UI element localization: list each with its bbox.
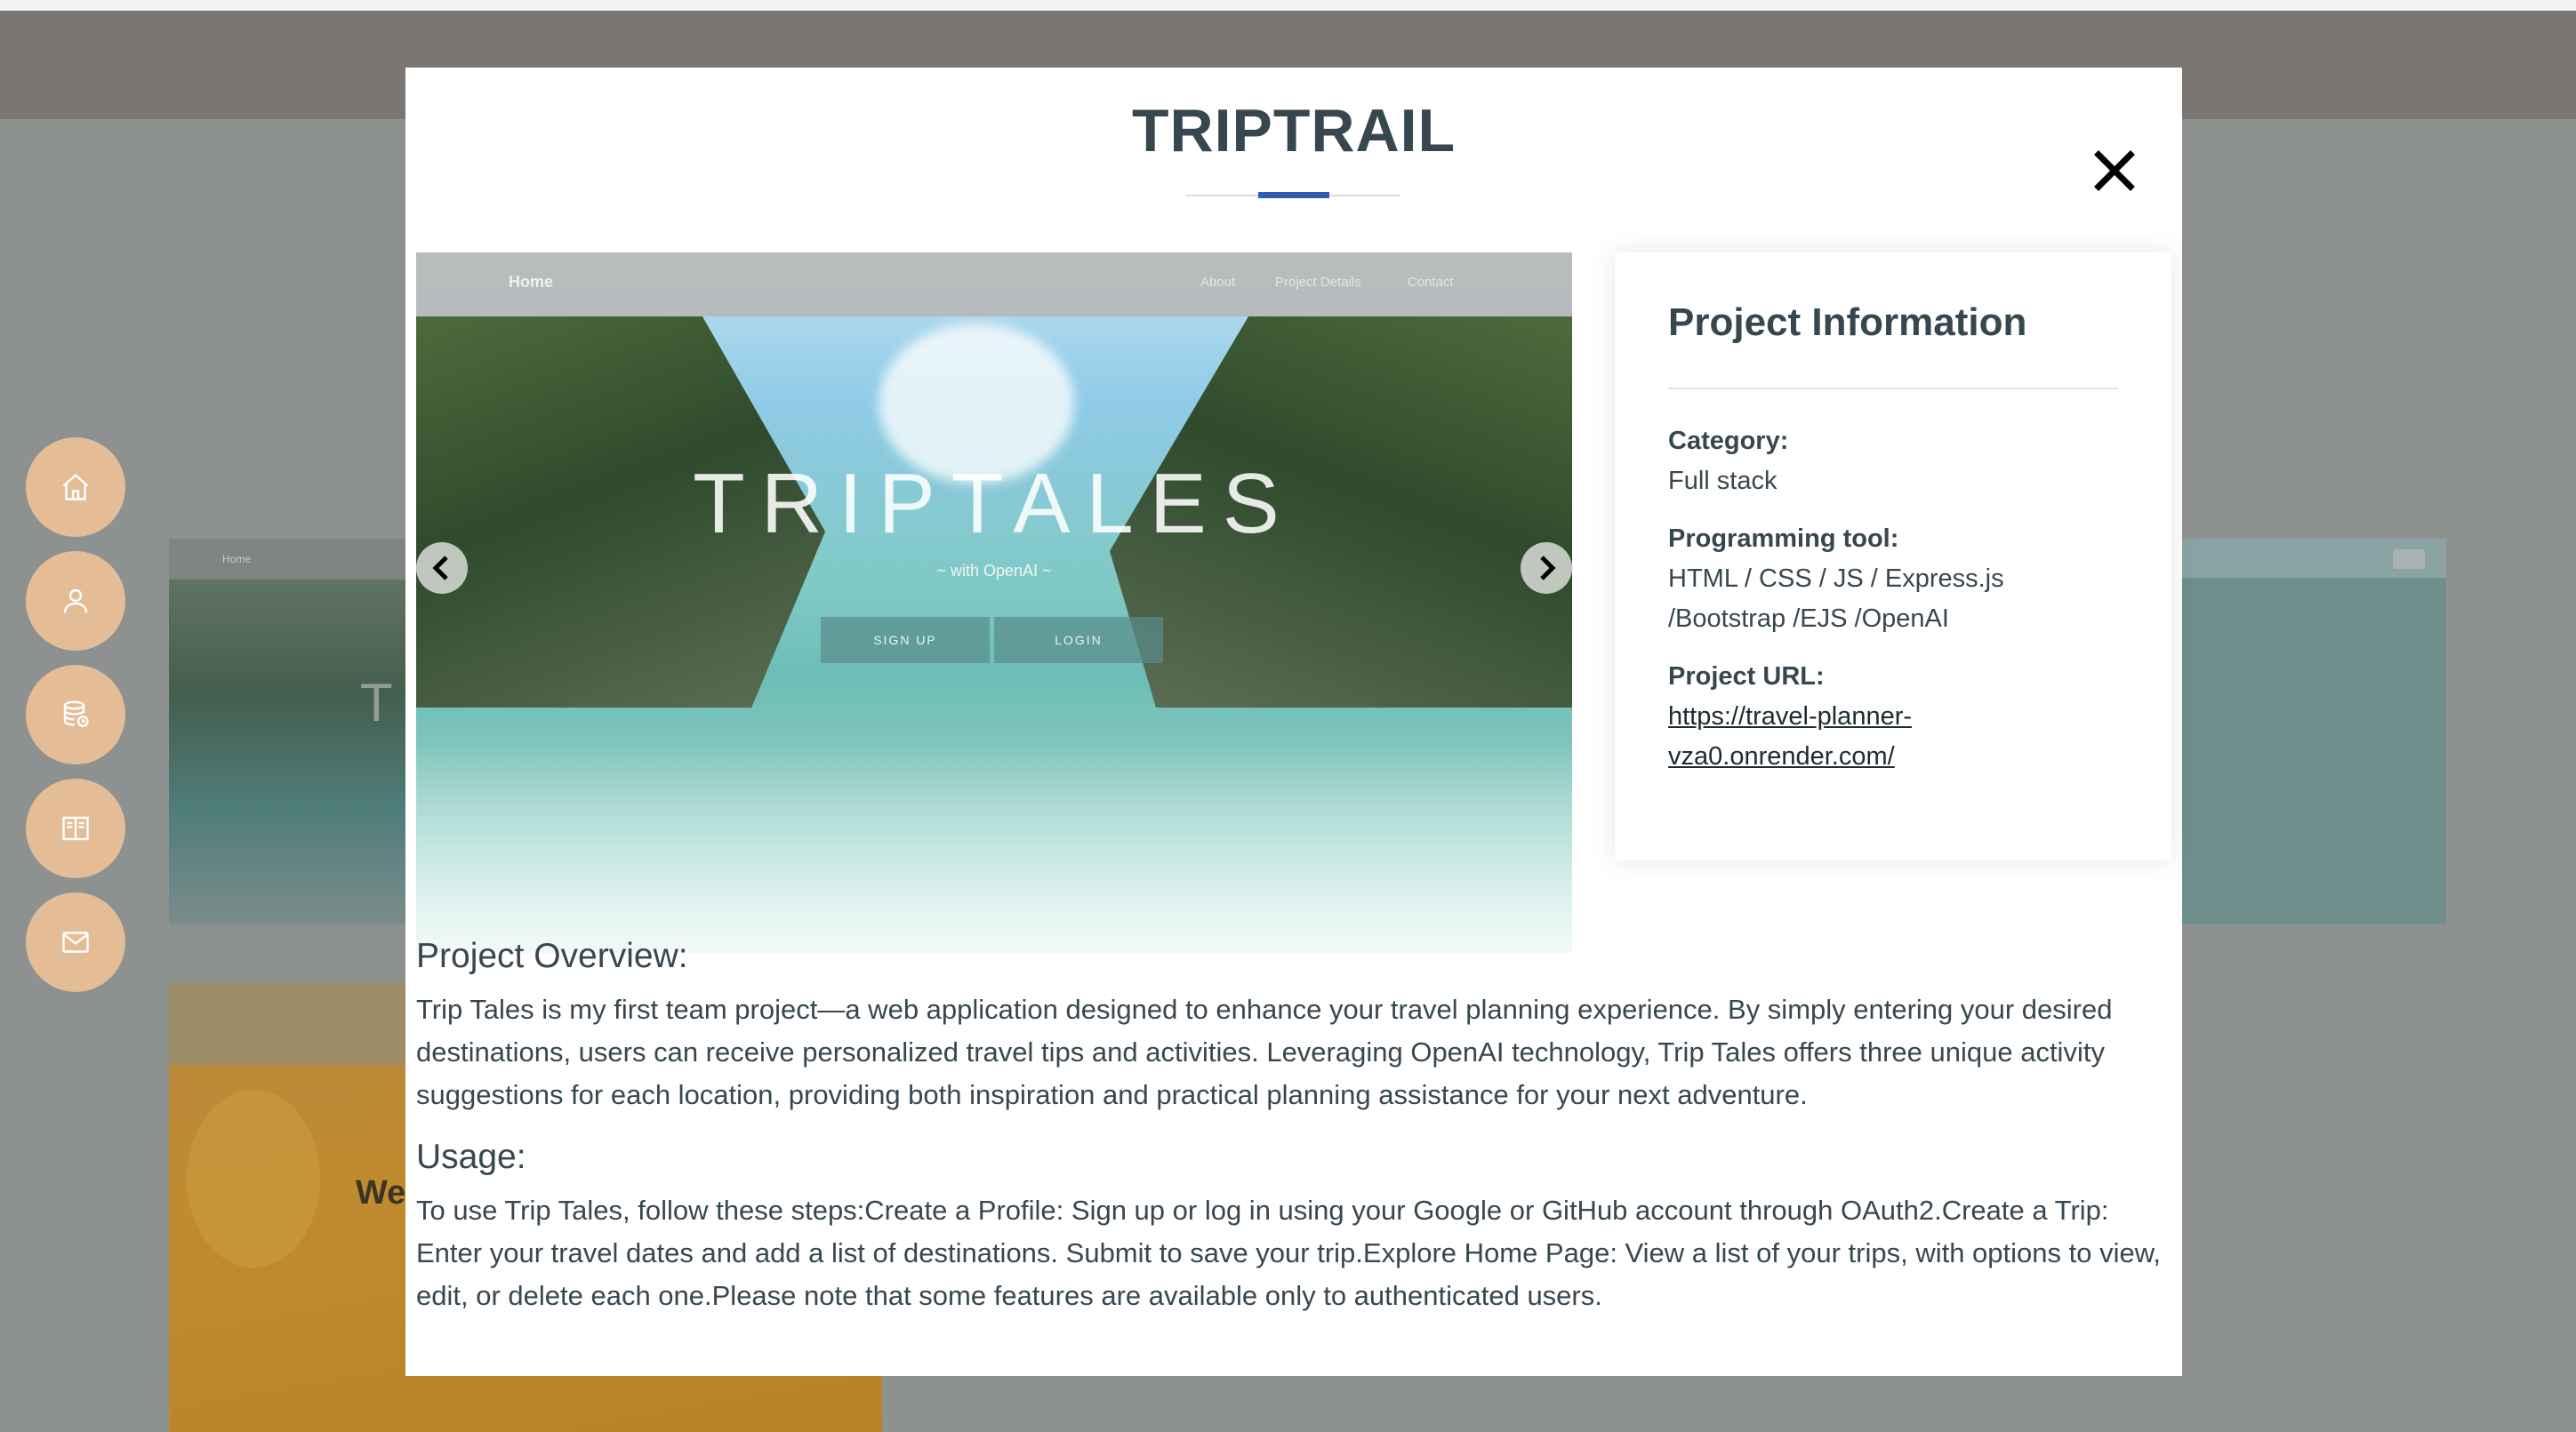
overview-heading: Project Overview: <box>416 937 688 975</box>
page-top-strip <box>0 0 2576 11</box>
close-icon <box>2094 150 2135 191</box>
project-url-label: Project URL: <box>1668 662 1825 691</box>
overview-text: Trip Tales is my first team project—a we… <box>416 994 2113 1110</box>
category-value: Full stack <box>1668 467 1778 495</box>
background-card-heading: We <box>356 1174 406 1212</box>
info-details: Category: Full stack Programming tool: H… <box>1668 421 2118 795</box>
carousel-next-button[interactable] <box>1521 542 1572 594</box>
background-project-card-triptales: Home T <box>169 539 409 924</box>
background-card-fruit-image <box>187 1090 320 1268</box>
background-card-navbar: Home <box>169 539 409 580</box>
background-card-button <box>2393 549 2425 569</box>
nav-projects-button[interactable] <box>26 665 125 764</box>
modal-title: TRIPTRAIL <box>1131 97 1457 164</box>
screenshot-nav-about: About <box>1200 275 1236 290</box>
book-icon <box>62 816 89 841</box>
screenshot-navbar: Home About Project Details Contact <box>416 252 1572 316</box>
project-screenshot: Home About Project Details Contact TRIPT… <box>416 252 1572 953</box>
project-url-link[interactable]: https://travel-planner-vza0.onrender.com… <box>1668 702 1912 771</box>
info-divider <box>1668 388 2118 389</box>
side-navigation <box>26 437 125 1006</box>
screenshot-login-button: LOGIN <box>994 617 1163 663</box>
project-image-carousel: Home About Project Details Contact TRIPT… <box>416 252 1572 953</box>
nav-contact-button[interactable] <box>26 892 125 992</box>
chevron-right-icon <box>1540 556 1556 580</box>
user-icon <box>63 588 88 613</box>
database-icon <box>63 700 89 727</box>
mail-icon <box>62 932 89 953</box>
home-icon <box>62 473 89 500</box>
screenshot-signup-button: SIGN UP <box>821 617 990 663</box>
screenshot-nav-home: Home <box>509 273 554 291</box>
chevron-left-icon <box>432 556 448 580</box>
screenshot-nav-project-details: Project Details <box>1275 275 1361 290</box>
project-description: Project Overview: Trip Tales is my first… <box>416 937 2168 1339</box>
nav-home-button[interactable] <box>26 437 125 537</box>
screenshot-hero-title: TRIPTALES <box>693 456 1296 551</box>
screenshot-hero-subtitle: ~ with OpenAI ~ <box>936 562 1052 580</box>
nav-about-button[interactable] <box>26 551 125 651</box>
programming-tool-value: HTML / CSS / JS / Express.js /Bootstrap … <box>1668 564 2004 633</box>
info-title: Project Information <box>1668 300 2027 344</box>
screenshot-nav-contact: Contact <box>1408 275 1454 290</box>
usage-heading: Usage: <box>416 1138 526 1176</box>
programming-tool-label: Programming tool: <box>1668 524 1899 553</box>
background-card-home-link: Home <box>222 553 252 565</box>
project-modal: TRIPTRAIL Home About Project Details Con… <box>405 68 2182 1376</box>
usage-text: To use Trip Tales, follow these steps:Cr… <box>416 1195 2162 1311</box>
title-divider-accent <box>1258 192 1329 198</box>
background-card-title: T <box>360 673 398 732</box>
project-info-card: Project Information Category: Full stack… <box>1615 252 2171 860</box>
background-project-card-right <box>2182 539 2446 924</box>
nav-resume-button[interactable] <box>26 779 125 878</box>
close-button[interactable] <box>2088 144 2141 197</box>
category-label: Category: <box>1668 427 1789 455</box>
carousel-prev-button[interactable] <box>416 542 468 594</box>
